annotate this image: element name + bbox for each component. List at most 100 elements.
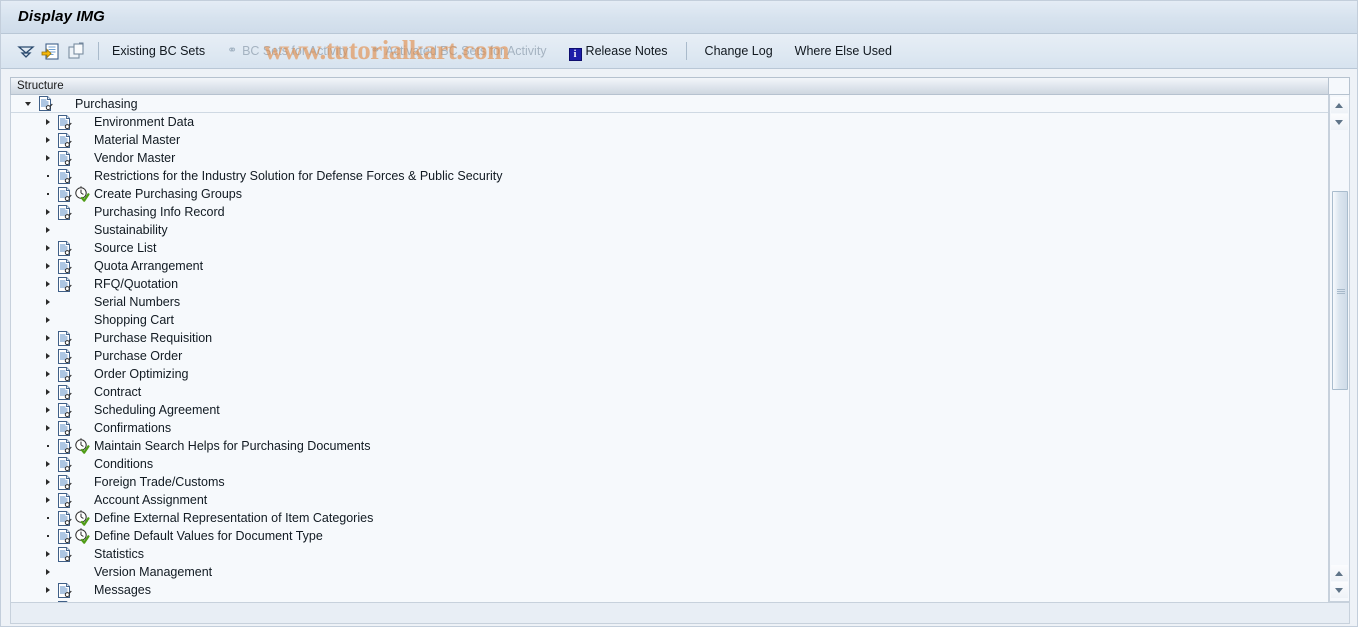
tree-row[interactable]: Version Management <box>11 563 1328 581</box>
expand-triangle-icon[interactable] <box>43 455 54 473</box>
img-documentation-icon[interactable] <box>56 276 73 293</box>
expand-triangle-icon[interactable] <box>43 311 54 329</box>
structure-column-header[interactable]: Structure <box>10 77 1329 95</box>
img-documentation-icon[interactable] <box>56 510 73 527</box>
bottom-status-strip <box>10 602 1350 624</box>
scroll-down-arrow[interactable] <box>1331 114 1348 130</box>
tree-row[interactable]: Define External Representation of Item C… <box>11 509 1328 527</box>
tree-row[interactable]: Order Optimizing <box>11 365 1328 383</box>
tree-row[interactable]: Purchase Requisition <box>11 329 1328 347</box>
where-else-used-button[interactable]: Where Else Used <box>791 42 896 60</box>
expand-triangle-icon[interactable] <box>43 419 54 437</box>
img-activity-clock-check-icon[interactable] <box>74 438 90 454</box>
expand-triangle-icon[interactable] <box>43 347 54 365</box>
img-documentation-icon[interactable] <box>56 330 73 347</box>
tree-row[interactable]: Conditions <box>11 455 1328 473</box>
collapse-triangle-icon[interactable] <box>24 95 35 113</box>
img-documentation-icon[interactable] <box>56 420 73 437</box>
expand-triangle-icon[interactable] <box>43 131 54 149</box>
img-documentation-icon[interactable] <box>56 402 73 419</box>
expand-triangle-icon[interactable] <box>43 221 54 239</box>
img-documentation-icon[interactable] <box>56 546 73 563</box>
expand-triangle-icon[interactable] <box>43 545 54 563</box>
expand-triangle-icon[interactable] <box>43 275 54 293</box>
display-documentation-icon[interactable] <box>40 40 62 62</box>
expand-triangle-icon[interactable] <box>43 293 54 311</box>
tree-row[interactable]: Material Master <box>11 131 1328 149</box>
tree-row[interactable]: Quota Arrangement <box>11 257 1328 275</box>
img-documentation-icon[interactable] <box>56 582 73 599</box>
expand-triangle-icon[interactable] <box>43 203 54 221</box>
img-documentation-icon[interactable] <box>37 95 54 112</box>
img-documentation-icon[interactable] <box>56 474 73 491</box>
tree-row-label: Foreign Trade/Customs <box>94 475 225 489</box>
img-documentation-icon[interactable] <box>56 456 73 473</box>
scrollbar-thumb[interactable] <box>1332 191 1348 391</box>
img-documentation-icon[interactable] <box>56 384 73 401</box>
tree-row[interactable]: Create Purchasing Groups <box>11 185 1328 203</box>
tree-row[interactable]: Foreign Trade/Customs <box>11 473 1328 491</box>
img-documentation-icon[interactable] <box>56 132 73 149</box>
tree-row[interactable]: Environment Data <box>11 113 1328 131</box>
tree-row[interactable]: Purchasing Info Record <box>11 203 1328 221</box>
img-documentation-icon[interactable] <box>56 366 73 383</box>
copy-structure-icon[interactable] <box>65 40 87 62</box>
expand-triangle-icon[interactable] <box>43 563 54 581</box>
tree-row[interactable]: Confirmations <box>11 419 1328 437</box>
expand-triangle-icon[interactable] <box>43 257 54 275</box>
img-documentation-icon[interactable] <box>56 168 73 185</box>
tree-vertical-scrollbar[interactable] <box>1329 95 1350 602</box>
img-documentation-icon[interactable] <box>56 186 73 203</box>
expand-triangle-icon[interactable] <box>43 401 54 419</box>
existing-bc-sets-button[interactable]: Existing BC Sets <box>108 42 209 60</box>
tree-row[interactable]: Define Default Values for Document Type <box>11 527 1328 545</box>
tree-row[interactable]: Restrictions for the Industry Solution f… <box>11 167 1328 185</box>
scroll-up-arrow[interactable] <box>1331 97 1348 113</box>
tree-row[interactable]: Purchase Order <box>11 347 1328 365</box>
leaf-bullet-icon <box>43 509 54 527</box>
tree-row[interactable]: Messages <box>11 581 1328 599</box>
tree-row[interactable]: Contract <box>11 383 1328 401</box>
img-documentation-icon[interactable] <box>56 348 73 365</box>
scroll-down-arrow-bottom[interactable] <box>1331 582 1348 598</box>
img-documentation-icon[interactable] <box>56 240 73 257</box>
img-documentation-icon[interactable] <box>56 258 73 275</box>
img-documentation-icon[interactable] <box>56 114 73 131</box>
tree-row[interactable]: Source List <box>11 239 1328 257</box>
expand-triangle-icon[interactable] <box>43 581 54 599</box>
tree-row[interactable]: Purchasing <box>11 95 1328 113</box>
leaf-bullet-icon <box>43 185 54 203</box>
img-documentation-icon[interactable] <box>56 528 73 545</box>
expand-triangle-icon[interactable] <box>43 239 54 257</box>
expand-triangle-icon[interactable] <box>43 365 54 383</box>
expand-triangle-icon[interactable] <box>43 113 54 131</box>
expand-triangle-icon[interactable] <box>43 473 54 491</box>
expand-triangle-icon[interactable] <box>43 491 54 509</box>
tree-row-label: Statistics <box>94 547 145 561</box>
change-log-button[interactable]: Change Log <box>701 42 777 60</box>
tree-row[interactable]: Serial Numbers <box>11 293 1328 311</box>
scroll-up-arrow-bottom[interactable] <box>1331 565 1348 581</box>
tree-row[interactable]: Shopping Cart <box>11 311 1328 329</box>
expand-triangle-icon[interactable] <box>43 329 54 347</box>
img-documentation-icon[interactable] <box>56 204 73 221</box>
release-notes-button[interactable]: i Release Notes <box>565 42 672 61</box>
expand-triangle-icon[interactable] <box>43 383 54 401</box>
img-structure-tree[interactable]: Purchasing Environment Data Material Maste… <box>10 95 1329 602</box>
expand-triangle-icon[interactable] <box>43 149 54 167</box>
display-img-window: Display IMG Existing BC Sets ⚭ BC Sets f… <box>0 0 1358 627</box>
expand-collapse-icon[interactable] <box>15 40 37 62</box>
img-activity-clock-check-icon[interactable] <box>74 528 90 544</box>
img-activity-clock-check-icon[interactable] <box>74 186 90 202</box>
img-documentation-icon[interactable] <box>56 438 73 455</box>
tree-row[interactable]: Vendor Master <box>11 149 1328 167</box>
img-activity-clock-check-icon[interactable] <box>74 510 90 526</box>
img-documentation-icon[interactable] <box>56 492 73 509</box>
tree-row[interactable]: Scheduling Agreement <box>11 401 1328 419</box>
tree-row[interactable]: Sustainability <box>11 221 1328 239</box>
tree-row[interactable]: RFQ/Quotation <box>11 275 1328 293</box>
img-documentation-icon[interactable] <box>56 150 73 167</box>
tree-row[interactable]: Account Assignment <box>11 491 1328 509</box>
tree-row[interactable]: Maintain Search Helps for Purchasing Doc… <box>11 437 1328 455</box>
tree-row[interactable]: Statistics <box>11 545 1328 563</box>
